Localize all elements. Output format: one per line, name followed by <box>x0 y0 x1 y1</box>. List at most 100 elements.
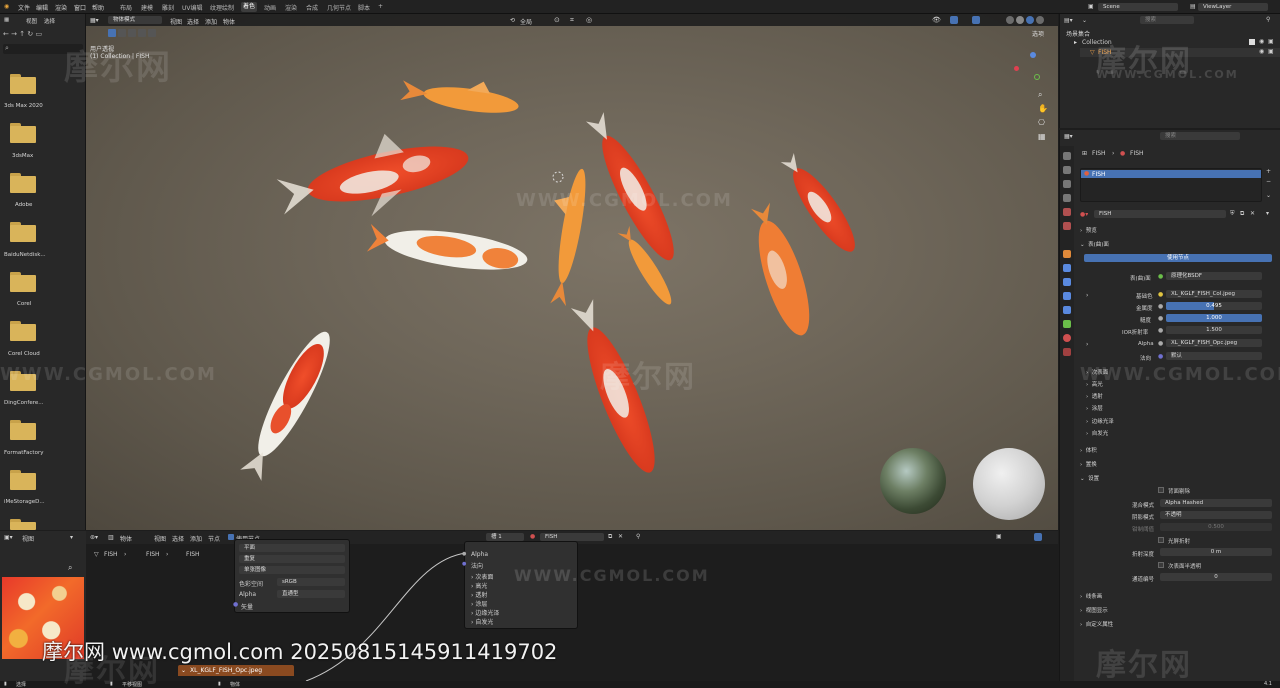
view-layer-tab-icon[interactable] <box>1063 194 1071 202</box>
outliner-filter-icon[interactable]: ⚲ <box>1266 16 1270 23</box>
file-browser-editor-icon[interactable]: ▦ <box>4 17 9 23</box>
camera-render-icon[interactable]: ▣ <box>1268 48 1274 55</box>
folder-label[interactable]: Corel <box>17 301 95 307</box>
material-slot-row[interactable]: ● FISH <box>1081 170 1261 178</box>
folder-icon[interactable] <box>10 321 36 341</box>
folder-icon[interactable] <box>10 222 36 242</box>
navigation-gizmo[interactable] <box>1014 50 1048 90</box>
tab-layout[interactable]: 布局 <box>120 3 132 12</box>
coat-section-toggle[interactable]: › 涂层 <box>1086 404 1103 412</box>
pin-icon[interactable]: ⊞ <box>1082 150 1087 157</box>
emission-section-toggle[interactable]: › 自发光 <box>1086 429 1108 437</box>
tab-compositing[interactable]: 合成 <box>306 3 318 12</box>
image-editor-menu-icon[interactable]: ▾ <box>70 534 73 541</box>
folder-icon[interactable] <box>10 420 36 440</box>
material-name-field[interactable]: FISH <box>1094 210 1226 218</box>
base-color-field[interactable]: XL_KGLF_FISH_Col.jpeg <box>1166 290 1262 298</box>
constraints-tab-icon[interactable] <box>1063 306 1071 314</box>
backface-checkbox[interactable] <box>1158 487 1164 493</box>
menu-help[interactable]: 帮助 <box>92 3 104 12</box>
view-layer-selector[interactable]: ViewLayer <box>1198 3 1268 11</box>
file-search-input[interactable]: ⌕ <box>3 44 83 54</box>
refraction-depth-field[interactable]: 0 m <box>1160 548 1272 556</box>
render-tab-icon[interactable] <box>1063 166 1071 174</box>
roughness-slider[interactable]: 1.000 <box>1166 314 1262 322</box>
principled-bsdf-node[interactable]: ● Alpha ● 法向 › 次表面 › 高光 › 透射 › 涂层 › 边缘光泽… <box>462 541 578 629</box>
folder-label[interactable]: BaiduNetdisk... <box>4 252 82 258</box>
menu-edit[interactable]: 编辑 <box>36 3 48 12</box>
transmission-section-toggle[interactable]: › 透射 <box>1086 392 1103 400</box>
folder-label[interactable]: DingConfere... <box>4 400 82 406</box>
scene-tab-icon[interactable] <box>1063 208 1071 216</box>
image-editor-icon[interactable]: ▣▾ <box>4 534 13 541</box>
eye-icon[interactable]: ◉ <box>1259 48 1264 55</box>
shadow-mode-dropdown[interactable]: 不透明 <box>1160 511 1272 519</box>
material-browse-icon[interactable]: ●▾ <box>1080 211 1088 218</box>
folder-label[interactable]: Adobe <box>15 202 93 208</box>
file-browser-select-menu[interactable]: 选择 <box>44 17 55 25</box>
scene-collection-label[interactable]: 场景集合 <box>1066 29 1090 38</box>
blender-logo-icon[interactable]: ◉ <box>4 3 9 10</box>
subsurface-section-toggle[interactable]: › 次表面 <box>1086 368 1108 376</box>
surface-section-toggle[interactable]: ⌄ 表(曲)面 <box>1080 240 1109 248</box>
collection-item[interactable]: Collection <box>1082 39 1112 46</box>
line-art-section-toggle[interactable]: › 线条画 <box>1080 592 1102 600</box>
outliner-search-input[interactable]: 搜索 <box>1140 16 1194 24</box>
menu-file[interactable]: 文件 <box>18 3 30 12</box>
add-slot-icon[interactable]: + <box>1266 168 1271 175</box>
custom-properties-section-toggle[interactable]: › 自定义属性 <box>1080 620 1113 628</box>
material-filter-icon[interactable]: ▾ <box>1266 210 1269 217</box>
blend-mode-dropdown[interactable]: Alpha Hashed <box>1160 499 1272 507</box>
filter-icon[interactable]: ⌄ <box>1082 17 1087 24</box>
preview-section-toggle[interactable]: › 预览 <box>1080 226 1097 234</box>
bsdf-row-specular[interactable]: › 高光 <box>471 581 487 590</box>
gizmo-z-axis-icon[interactable] <box>1030 52 1036 58</box>
clip-threshold-field[interactable]: 0.500 <box>1160 523 1272 531</box>
bsdf-row-transmission[interactable]: › 透射 <box>471 590 487 599</box>
settings-section-toggle[interactable]: ⌄ 设置 <box>1080 474 1099 482</box>
grid-icon[interactable]: ▦ <box>1038 130 1052 144</box>
displacement-section-toggle[interactable]: › 置换 <box>1080 460 1097 468</box>
camera-render-icon[interactable]: ▣ <box>1268 38 1274 45</box>
metallic-slider[interactable]: 0.495 <box>1166 302 1262 310</box>
folder-icon[interactable] <box>10 519 36 530</box>
3d-viewport[interactable]: ▦▾ 物体模式 视图 选择 添加 物体 ⟲ 全局 ⊙ ⌗ ◎ 👁 选项 用户透视… <box>86 14 1058 530</box>
subsurface-translucency-checkbox[interactable] <box>1158 562 1164 568</box>
camera-icon[interactable]: ⎔ <box>1038 116 1052 130</box>
expand-chevron-icon[interactable]: › <box>1086 341 1088 348</box>
normal-field[interactable]: 默认 <box>1166 352 1262 360</box>
surface-shader-field[interactable]: 原理化BSDF <box>1166 272 1262 280</box>
gizmo-x-axis-icon[interactable] <box>1014 66 1019 71</box>
volume-section-toggle[interactable]: › 体积 <box>1080 446 1097 454</box>
screen-refraction-checkbox[interactable] <box>1158 537 1164 543</box>
folder-icon[interactable] <box>10 123 36 143</box>
modifier-tab-icon[interactable] <box>1063 264 1071 272</box>
output-tab-icon[interactable] <box>1063 180 1071 188</box>
outliner-row-fish[interactable]: ▽ FISH ◉ ▣ <box>1080 48 1280 57</box>
sheen-section-toggle[interactable]: › 边缘光泽 <box>1086 417 1114 425</box>
bsdf-row-subsurface[interactable]: › 次表面 <box>471 572 493 581</box>
properties-search-input[interactable]: 搜索 <box>1160 132 1240 140</box>
folder-icon[interactable] <box>10 371 36 391</box>
alpha-socket-icon[interactable]: ● <box>462 551 466 557</box>
checkbox-icon[interactable] <box>1249 39 1255 45</box>
folder-icon[interactable] <box>10 173 36 193</box>
viewport-display-section-toggle[interactable]: › 视图显示 <box>1080 606 1108 614</box>
remove-slot-icon[interactable]: − <box>1266 178 1271 185</box>
add-workspace-button[interactable]: + <box>378 3 383 10</box>
eye-icon[interactable]: ◉ <box>1259 38 1264 45</box>
material-slot-list[interactable]: ● FISH <box>1080 168 1262 202</box>
bsdf-row-emission[interactable]: › 自发光 <box>471 617 493 626</box>
normal-socket-icon[interactable]: ● <box>462 561 466 567</box>
folder-label[interactable]: Corel Cloud <box>8 351 86 357</box>
folder-icon[interactable] <box>10 470 36 490</box>
expand-chevron-icon[interactable]: › <box>1086 292 1088 299</box>
fake-user-icon[interactable]: ⛨ <box>1230 210 1235 218</box>
refresh-icon[interactable]: ↻ <box>27 30 33 38</box>
back-arrow-icon[interactable]: ← <box>3 30 9 38</box>
zoom-icon[interactable]: ⌕ <box>1038 88 1052 102</box>
outliner-editor-icon[interactable]: ▤▾ <box>1064 17 1073 24</box>
world-tab-icon[interactable] <box>1063 222 1071 230</box>
use-nodes-button[interactable]: 使用节点 <box>1084 254 1272 262</box>
physics-tab-icon[interactable] <box>1063 292 1071 300</box>
